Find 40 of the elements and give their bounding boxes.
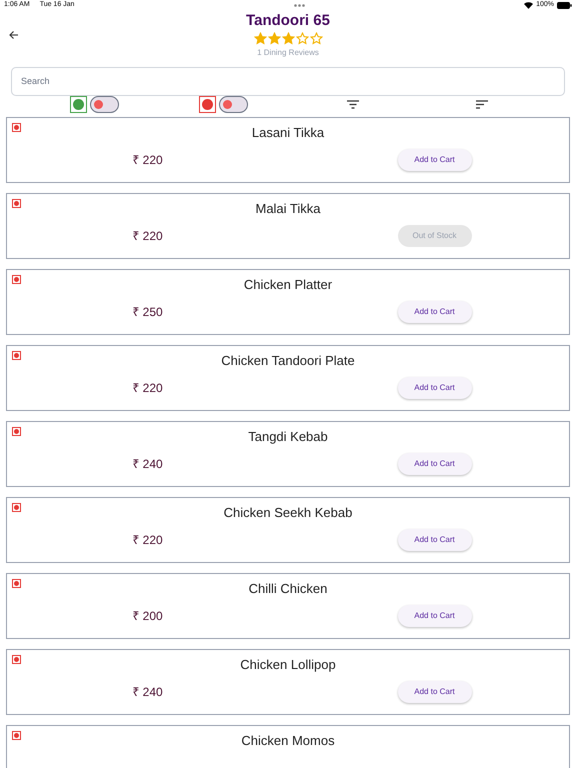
diet-toggle[interactable] xyxy=(219,96,248,112)
item-name: Chicken Tandoori Plate xyxy=(221,352,355,370)
item-price: ₹ 220 xyxy=(132,152,163,168)
item-price: ₹ 240 xyxy=(132,684,163,700)
star-filled-icon xyxy=(268,32,280,44)
add-to-cart-button[interactable]: Add to Cart xyxy=(398,680,472,702)
add-to-cart-button[interactable]: Add to Cart xyxy=(398,376,472,398)
item-name: Malai Tikka xyxy=(255,200,321,218)
item-price: ₹ 240 xyxy=(132,456,163,472)
star-filled-icon xyxy=(282,32,294,44)
item-price: ₹ 250 xyxy=(132,304,163,320)
item-name: Chicken Lollipop xyxy=(240,656,336,674)
star-filled-icon xyxy=(254,32,266,44)
add-to-cart-button[interactable]: Add to Cart xyxy=(398,452,472,474)
add-to-cart-button[interactable]: Add to Cart xyxy=(398,300,472,322)
reviews-count: 1 Dining Reviews xyxy=(257,46,319,58)
star-outline-icon xyxy=(296,32,308,44)
back-arrow-icon[interactable] xyxy=(8,28,20,40)
sort-icon[interactable] xyxy=(476,100,488,108)
filter-icon[interactable] xyxy=(346,100,358,108)
add-to-cart-button[interactable]: Add to Cart xyxy=(398,528,472,550)
more-dots-icon xyxy=(294,4,305,7)
item-name: Chicken Seekh Kebab xyxy=(224,504,352,522)
item-name: Chilli Chicken xyxy=(248,580,328,598)
item-name: Tangdi Kebab xyxy=(248,428,328,446)
item-price: ₹ 220 xyxy=(132,228,163,244)
item-name: Chicken Momos xyxy=(241,732,335,750)
item-price: ₹ 200 xyxy=(132,608,163,624)
item-price: ₹ 220 xyxy=(132,532,163,548)
wifi-icon xyxy=(524,2,534,9)
battery-icon xyxy=(556,2,572,9)
add-to-cart-button[interactable]: Add to Cart xyxy=(398,148,472,170)
item-name: Lasani Tikka xyxy=(252,124,324,142)
add-to-cart-button[interactable]: Add to Cart xyxy=(398,604,472,626)
star-outline-icon xyxy=(310,32,322,44)
item-name: Chicken Platter xyxy=(244,276,332,294)
search-field[interactable]: Search xyxy=(11,66,565,96)
item-price: ₹ 220 xyxy=(132,380,163,396)
diet-toggle[interactable] xyxy=(90,96,119,112)
restaurant-title: Tandoori 65 xyxy=(246,10,330,30)
